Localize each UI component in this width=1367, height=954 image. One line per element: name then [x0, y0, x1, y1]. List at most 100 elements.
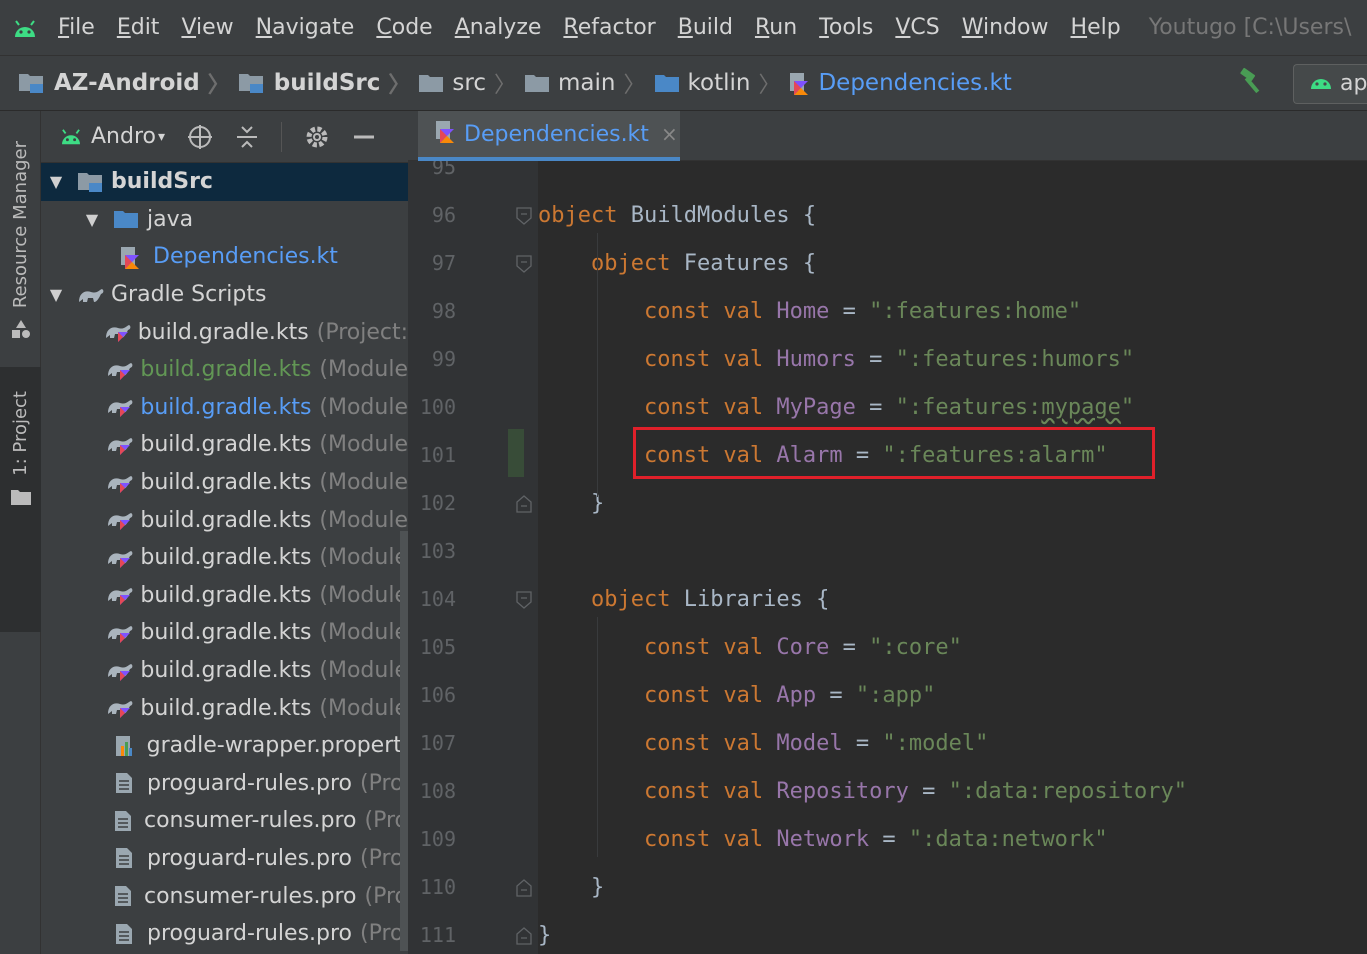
- tree-item[interactable]: build.gradle.kts (Module: [41, 689, 408, 727]
- code-line[interactable]: 111}: [408, 911, 1367, 954]
- menu-code[interactable]: Code: [376, 15, 432, 40]
- tree-item[interactable]: build.gradle.kts (Module: [41, 501, 408, 539]
- fold-close-icon[interactable]: [516, 926, 532, 945]
- collapse-all-icon[interactable]: [235, 124, 259, 150]
- breadcrumb-separator-icon: 〉: [623, 73, 646, 98]
- project-scrollbar[interactable]: [400, 531, 408, 951]
- expand-arrow-icon[interactable]: ▼: [81, 210, 103, 229]
- tree-item-label: build.gradle.kts: [140, 695, 312, 721]
- breadcrumb-item[interactable]: main 〉: [524, 67, 653, 99]
- code-token: ":features:: [895, 394, 1042, 420]
- line-number: 95: [431, 161, 456, 179]
- tree-item[interactable]: proguard-rules.pro (Pro: [41, 765, 408, 803]
- code-token: =: [908, 778, 949, 804]
- code-line[interactable]: 103: [408, 527, 1367, 575]
- project-tab[interactable]: 1: Project: [0, 367, 41, 632]
- tree-item-label: Gradle Scripts: [111, 282, 267, 308]
- tree-item[interactable]: ▼ Gradle Scripts: [41, 276, 408, 314]
- fold-close-icon[interactable]: [516, 878, 532, 897]
- code-line[interactable]: 109 const val Network = ":data:network": [408, 815, 1367, 863]
- breadcrumb-item[interactable]: kotlin 〉: [654, 67, 789, 99]
- code-line[interactable]: 104 object Libraries {: [408, 575, 1367, 623]
- tree-item-label: build.gradle.kts: [140, 432, 312, 458]
- code-line[interactable]: 107 const val Model = ":model": [408, 719, 1367, 767]
- chevron-down-icon[interactable]: ▾: [158, 129, 165, 145]
- breadcrumb-item[interactable]: buildSrc 〉: [238, 67, 419, 99]
- menu-refactor[interactable]: Refactor: [563, 15, 655, 40]
- breadcrumb-item[interactable]: Dependencies.kt: [788, 70, 1012, 96]
- tree-item[interactable]: consumer-rules.pro (Pro: [41, 802, 408, 840]
- tree-item-label: build.gradle.kts: [140, 470, 312, 496]
- expand-arrow-icon[interactable]: ▼: [45, 172, 67, 191]
- code-line[interactable]: 98 const val Home = ":features:home": [408, 287, 1367, 335]
- tree-item[interactable]: proguard-rules.pro (Pro: [41, 840, 408, 878]
- resource-manager-tab[interactable]: Resource Manager: [0, 141, 41, 344]
- tree-item[interactable]: build.gradle.kts (Module: [41, 539, 408, 577]
- expand-arrow-icon[interactable]: ▼: [45, 285, 67, 304]
- code-line[interactable]: 96 object BuildModules {: [408, 191, 1367, 239]
- code-token: const val: [538, 394, 777, 420]
- tree-item[interactable]: build.gradle.kts (Module: [41, 652, 408, 690]
- line-number: 107: [419, 731, 456, 755]
- menu-tools[interactable]: Tools: [819, 15, 873, 40]
- menu-vcs[interactable]: VCS: [895, 15, 939, 40]
- locate-icon[interactable]: [187, 124, 213, 150]
- code-line[interactable]: 106 const val App = ":app": [408, 671, 1367, 719]
- code-line[interactable]: 108 const val Repository = ":data:reposi…: [408, 767, 1367, 815]
- tree-item[interactable]: build.gradle.kts (Module: [41, 614, 408, 652]
- code-editor[interactable]: 95 96 object BuildModules {97 object Featu…: [408, 161, 1367, 954]
- view-mode-dropdown[interactable]: Andro: [91, 124, 156, 149]
- menu-build[interactable]: Build: [678, 15, 733, 40]
- code-token: const val: [538, 778, 777, 804]
- tree-item-label: consumer-rules.pro: [143, 883, 357, 909]
- menu-file[interactable]: File: [58, 15, 95, 40]
- tree-item[interactable]: build.gradle.kts (Project:: [41, 313, 408, 351]
- tree-item[interactable]: build.gradle.kts (Module: [41, 351, 408, 389]
- tree-item[interactable]: ▼ java: [41, 201, 408, 239]
- gradle-kts-icon: [106, 358, 134, 382]
- code-line[interactable]: 97 object Features {: [408, 239, 1367, 287]
- menu-view[interactable]: View: [181, 15, 233, 40]
- code-line[interactable]: 102 }: [408, 479, 1367, 527]
- line-number: 104: [419, 587, 456, 611]
- run-configuration-selector[interactable]: ap: [1293, 63, 1367, 104]
- menu-navigate[interactable]: Navigate: [256, 15, 355, 40]
- text-file-icon: [112, 809, 138, 833]
- code-line[interactable]: 110 }: [408, 863, 1367, 911]
- menu-window[interactable]: Window: [962, 15, 1049, 40]
- code-token: ":model": [882, 730, 989, 756]
- code-line[interactable]: 99 const val Humors = ":features:humors": [408, 335, 1367, 383]
- code-line[interactable]: 105 const val Core = ":core": [408, 623, 1367, 671]
- fold-open-icon[interactable]: [516, 254, 532, 273]
- navigation-bar: AZ-Android 〉 buildSrc 〉 src 〉 main 〉 kotlin 〉 Depe…: [0, 56, 1367, 111]
- minimize-icon[interactable]: [352, 125, 376, 149]
- tree-item[interactable]: build.gradle.kts (Module: [41, 426, 408, 464]
- tree-item[interactable]: gradle-wrapper.properti: [41, 727, 408, 765]
- breadcrumb-item[interactable]: AZ-Android 〉: [18, 67, 238, 99]
- tree-item[interactable]: Dependencies.kt: [41, 238, 408, 276]
- tree-item[interactable]: ▼ buildSrc: [41, 163, 408, 201]
- tab-dependencies-kt[interactable]: Dependencies.kt ×: [418, 111, 680, 161]
- code-token: const val: [538, 346, 777, 372]
- menu-analyze[interactable]: Analyze: [455, 15, 542, 40]
- menu-edit[interactable]: Edit: [117, 15, 160, 40]
- close-icon[interactable]: ×: [661, 122, 678, 146]
- code-token: Libraries {: [683, 586, 830, 612]
- fold-close-icon[interactable]: [516, 494, 532, 513]
- tree-item[interactable]: build.gradle.kts (Module: [41, 389, 408, 427]
- tree-item[interactable]: build.gradle.kts (Module: [41, 464, 408, 502]
- fold-open-icon[interactable]: [516, 590, 532, 609]
- hammer-icon[interactable]: [1237, 66, 1267, 102]
- tree-item[interactable]: consumer-rules.pro (Pro: [41, 877, 408, 915]
- code-line[interactable]: 95: [408, 161, 1367, 191]
- code-line[interactable]: 100 const val MyPage = ":features:mypage…: [408, 383, 1367, 431]
- run-config-label: ap: [1340, 71, 1367, 96]
- tree-item[interactable]: proguard-rules.pro (Pro: [41, 915, 408, 953]
- fold-open-icon[interactable]: [516, 206, 532, 225]
- tree-item[interactable]: build.gradle.kts (Module: [41, 577, 408, 615]
- gear-icon[interactable]: [304, 124, 330, 150]
- menu-run[interactable]: Run: [755, 15, 797, 40]
- breadcrumb-item[interactable]: src 〉: [418, 67, 524, 99]
- code-token: =: [829, 634, 870, 660]
- menu-help[interactable]: Help: [1071, 15, 1121, 40]
